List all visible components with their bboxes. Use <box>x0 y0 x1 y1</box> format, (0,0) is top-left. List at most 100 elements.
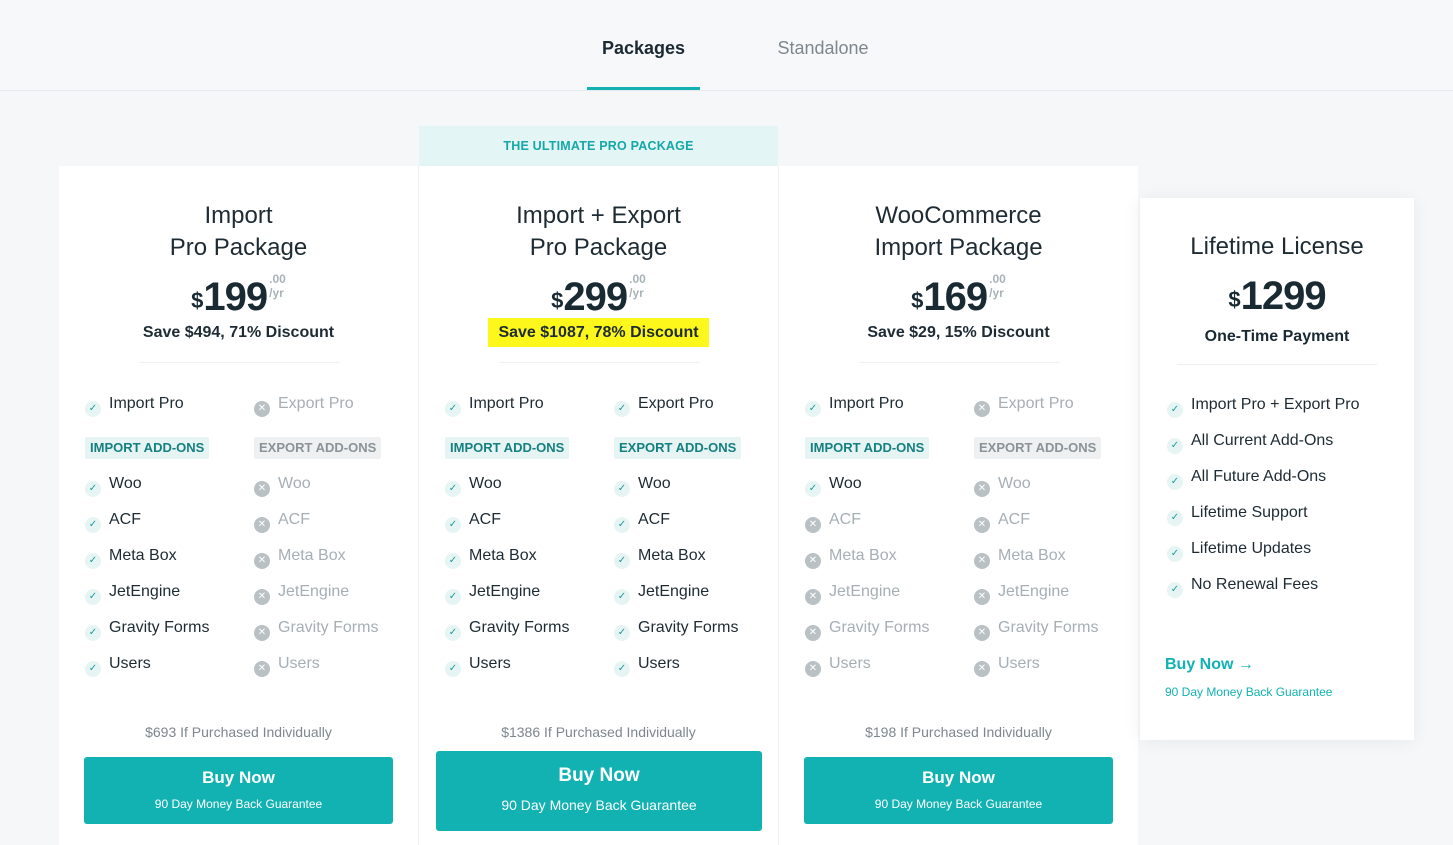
feature-label: All Future Add-Ons <box>1191 468 1327 485</box>
feature-label: ACF <box>638 511 670 528</box>
check-icon: ✓ <box>85 661 101 677</box>
cross-icon: ✕ <box>254 401 270 417</box>
feature-label: ACF <box>829 511 861 528</box>
guarantee-label: 90 Day Money Back Guarantee <box>154 797 323 811</box>
feature-label: Lifetime Updates <box>1191 540 1312 557</box>
feature-item: ✕ JetEngine <box>805 582 900 605</box>
feature-label: Woo <box>109 475 142 492</box>
feature-item: ✓ ACF <box>614 510 670 533</box>
check-icon: ✓ <box>1167 582 1183 598</box>
buy-now-button[interactable]: Buy Now 90 Day Money Back Guarantee <box>84 757 393 824</box>
feature-item: ✕ Gravity Forms <box>974 618 1099 641</box>
ultimate-package-banner: THE ULTIMATE PRO PACKAGE <box>419 126 778 166</box>
feature-item: ✕ ACF <box>254 510 310 533</box>
feature-label: Export Pro <box>638 395 714 412</box>
card-divider <box>778 166 779 845</box>
check-icon: ✓ <box>85 625 101 641</box>
check-icon: ✓ <box>445 481 461 497</box>
check-icon: ✓ <box>85 401 101 417</box>
cross-icon: ✕ <box>974 589 990 605</box>
feature-label: Gravity Forms <box>278 619 379 636</box>
check-icon: ✓ <box>1167 402 1183 418</box>
cross-icon: ✕ <box>974 517 990 533</box>
feature-label: Export Pro <box>998 395 1074 412</box>
feature-item: ✕ Meta Box <box>974 546 1066 569</box>
cross-icon: ✕ <box>974 481 990 497</box>
check-icon: ✓ <box>614 589 630 605</box>
divider <box>859 362 1059 363</box>
feature-label: Users <box>278 655 320 672</box>
price-currency: $ <box>1228 287 1241 312</box>
check-icon: ✓ <box>805 481 821 497</box>
feature-item: ✕ Users <box>805 654 871 677</box>
price-period: /yr <box>629 286 644 300</box>
card-title-line1: WooCommerce <box>875 202 1042 229</box>
price: $299.00/yr <box>419 272 778 319</box>
cross-icon: ✕ <box>254 661 270 677</box>
cross-icon: ✕ <box>974 625 990 641</box>
feature-label: All Current Add-Ons <box>1191 432 1334 449</box>
feature-item: ✕ Woo <box>254 474 311 497</box>
cross-icon: ✕ <box>974 553 990 569</box>
tab-standalone[interactable]: Standalone <box>760 38 886 90</box>
divider <box>499 362 699 363</box>
card-woocommerce-import: WooCommerce Import Package $169.00/yr Save … <box>779 166 1138 845</box>
price: $169.00/yr <box>779 272 1138 319</box>
price-currency: $ <box>551 288 564 313</box>
cross-icon: ✕ <box>805 661 821 677</box>
cross-icon: ✕ <box>805 625 821 641</box>
feature-item: ✕ Meta Box <box>805 546 897 569</box>
feature-label: JetEngine <box>998 583 1070 600</box>
feature-item: ✕ JetEngine <box>254 582 349 605</box>
feature-label: JetEngine <box>638 583 710 600</box>
feature-label: Meta Box <box>638 547 706 564</box>
feature-item: ✓ Lifetime Updates <box>1167 539 1312 562</box>
feature-item: ✓ Woo <box>805 474 862 497</box>
feature-item: ✕ Gravity Forms <box>805 618 929 641</box>
feature-label: ACF <box>278 511 310 528</box>
card-lifetime-license: Lifetime License $1299 One-Time Payment … <box>1140 198 1414 740</box>
price: $199.00/yr <box>59 272 418 319</box>
price-cents-period: .00/yr <box>629 272 646 300</box>
feature-item: ✓ Woo <box>614 474 671 497</box>
feature-label: Woo <box>638 475 671 492</box>
check-icon: ✓ <box>445 661 461 677</box>
divider <box>1177 364 1377 365</box>
individual-price-note: $693 If Purchased Individually <box>145 724 332 740</box>
feature-item: ✓ JetEngine <box>85 582 180 605</box>
guarantee-label: 90 Day Money Back Guarantee <box>501 797 697 813</box>
export-addons-badge: EXPORT ADD-ONS <box>254 437 382 459</box>
import-addons-badge: IMPORT ADD-ONS <box>805 437 930 459</box>
buy-now-button[interactable]: Buy Now 90 Day Money Back Guarantee <box>804 757 1113 824</box>
buy-now-link[interactable]: Buy Now → <box>1165 656 1254 674</box>
feature-item: ✓ Meta Box <box>445 546 537 569</box>
price-cents-period: .00/yr <box>989 272 1006 300</box>
feature-item: ✕ ACF <box>974 510 1030 533</box>
cross-icon: ✕ <box>254 553 270 569</box>
feature-label: Gravity Forms <box>998 619 1099 636</box>
feature-item: ✕ JetEngine <box>974 582 1070 605</box>
card-title-line1: Import + Export <box>516 202 681 229</box>
card-import-pro: Import Pro Package $199.00/yr Save $494, 71… <box>59 166 418 845</box>
check-icon: ✓ <box>1167 474 1183 490</box>
tab-packages[interactable]: Packages <box>587 38 700 90</box>
feature-item: ✕ Export Pro <box>254 394 354 417</box>
price-cents: .00 <box>989 272 1006 286</box>
money-back-guarantee: 90 Day Money Back Guarantee <box>1165 685 1333 699</box>
buy-now-label: Buy Now <box>558 765 640 786</box>
card-title-line1: Import <box>204 202 273 229</box>
feature-item: ✓ Users <box>614 654 680 677</box>
card-divider <box>418 166 419 845</box>
check-icon: ✓ <box>1167 510 1183 526</box>
check-icon: ✓ <box>1167 438 1183 454</box>
check-icon: ✓ <box>614 401 630 417</box>
check-icon: ✓ <box>445 553 461 569</box>
feature-item: ✓ JetEngine <box>445 582 540 605</box>
export-addons-badge: EXPORT ADD-ONS <box>974 437 1102 459</box>
card-title: Lifetime License <box>1190 233 1364 260</box>
feature-label: Import Pro <box>469 395 544 412</box>
buy-now-button[interactable]: Buy Now 90 Day Money Back Guarantee <box>436 751 762 831</box>
cross-icon: ✕ <box>974 401 990 417</box>
card-title-line2: Import Package <box>874 234 1043 261</box>
check-icon: ✓ <box>85 589 101 605</box>
